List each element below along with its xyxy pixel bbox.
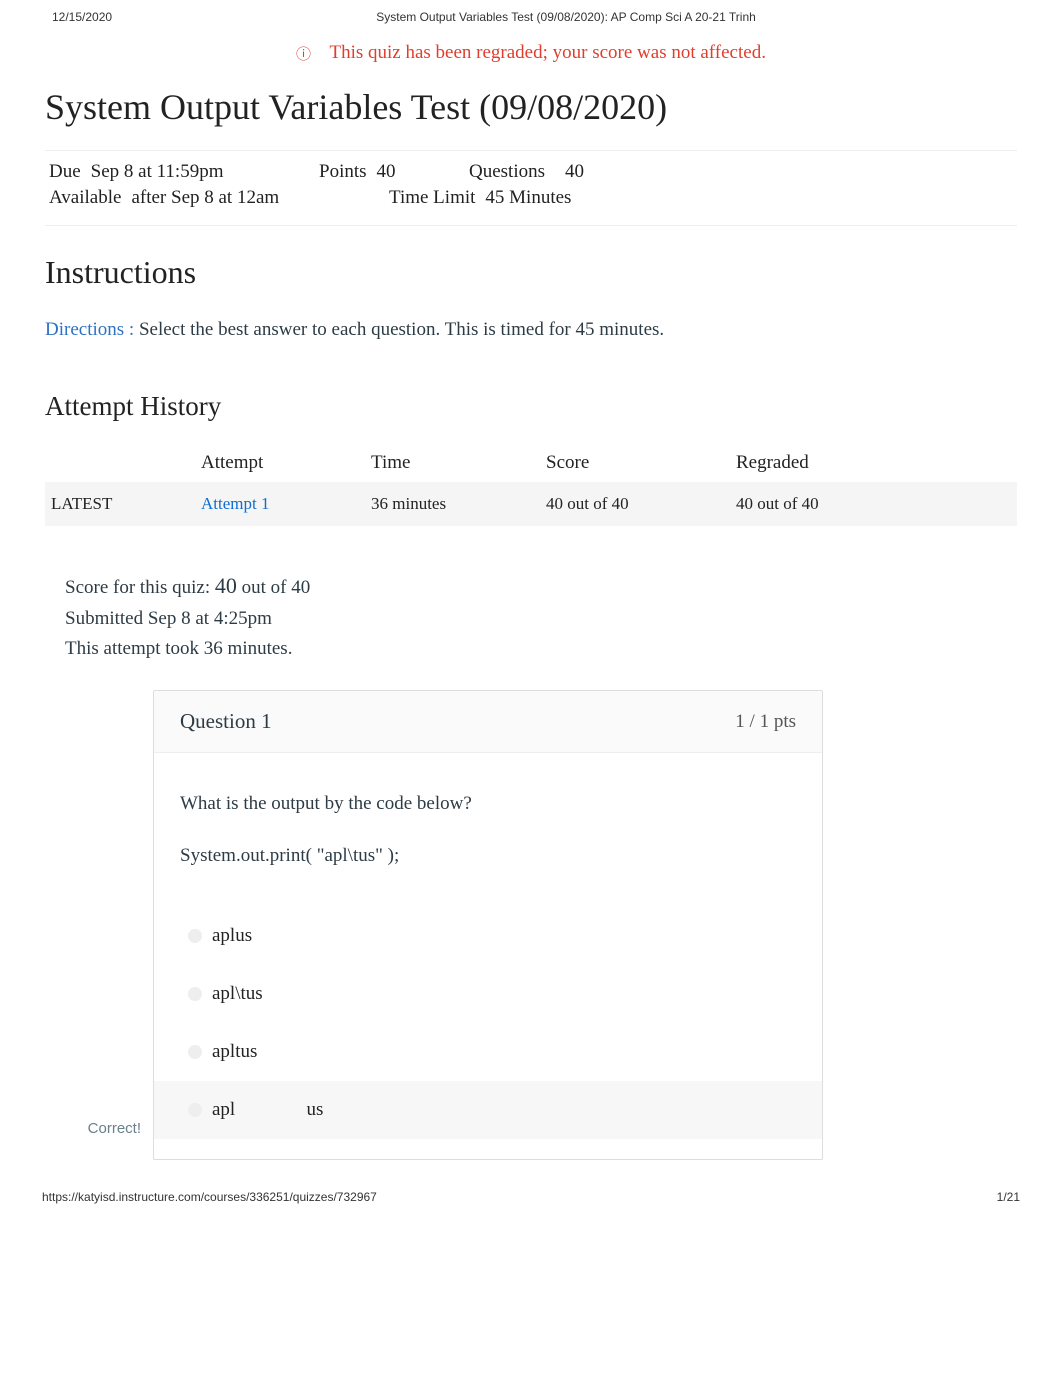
correct-label: Correct! [88, 1120, 141, 1137]
quiz-meta: Due Sep 8 at 11:59pm Points 40 Questions… [45, 150, 1017, 226]
due-label: Due [49, 161, 81, 183]
answer-text: apl\tus [212, 983, 263, 1004]
col-attempt: Attempt [195, 444, 365, 482]
question-label: Question 1 [180, 709, 272, 734]
row-label: LATEST [45, 482, 195, 526]
answer-text: apltus [212, 1041, 257, 1062]
available-value: after Sep 8 at 12am [131, 187, 279, 209]
timelimit-value: 45 Minutes [485, 187, 571, 209]
answer-text: aplus [212, 925, 252, 946]
answer-option[interactable]: apl\tus [154, 965, 822, 1023]
table-row: LATEST Attempt 1 36 minutes 40 out of 40… [45, 482, 1017, 526]
answer-option-selected[interactable]: apl us [154, 1081, 822, 1139]
score-prefix: Score for this quiz: [65, 577, 215, 598]
question-box: Question 1 1 / 1 pts What is the output … [153, 690, 823, 1160]
points-value: 40 [377, 161, 396, 183]
available-label: Available [49, 187, 121, 209]
question-body: What is the output by the code below? Sy… [154, 753, 822, 907]
due-value: Sep 8 at 11:59pm [91, 161, 224, 183]
score-suffix: out of 40 [242, 577, 311, 598]
points-label: Points [319, 161, 367, 183]
question-prompt-2: System.out.print( "apl\tus" ); [180, 845, 796, 867]
col-blank [45, 444, 195, 482]
radio-icon [188, 929, 202, 943]
directions-label: Directions : [45, 319, 134, 340]
quiz-title: System Output Variables Test (09/08/2020… [45, 86, 1017, 128]
submitted-line: Submitted Sep 8 at 4:25pm [65, 604, 1017, 634]
print-footer: https://katyisd.instructure.com/courses/… [0, 1160, 1062, 1218]
question-points: 1 / 1 pts [735, 711, 796, 733]
print-header: 12/15/2020 System Output Variables Test … [0, 0, 1062, 28]
footer-page: 1/21 [997, 1190, 1020, 1204]
row-score: 40 out of 40 [540, 482, 730, 526]
questions-label: Questions [469, 161, 545, 183]
row-regraded: 40 out of 40 [730, 482, 1017, 526]
directions-text: Select the best answer to each question.… [134, 319, 664, 340]
instructions-heading: Instructions [45, 254, 1017, 291]
attempt-link[interactable]: Attempt 1 [201, 494, 269, 513]
question-wrap: Correct! Question 1 1 / 1 pts What is th… [45, 690, 1017, 1160]
col-score: Score [540, 444, 730, 482]
answer-option[interactable]: aplus [154, 907, 822, 965]
question-header: Question 1 1 / 1 pts [154, 691, 822, 753]
col-time: Time [365, 444, 540, 482]
row-time: 36 minutes [365, 482, 540, 526]
answer-margin: Correct! [45, 690, 153, 1160]
attempt-history-table: Attempt Time Score Regraded LATEST Attem… [45, 444, 1017, 526]
info-icon: ⓘ [296, 47, 311, 63]
attempt-history-heading: Attempt History [45, 391, 1017, 422]
footer-url: https://katyisd.instructure.com/courses/… [42, 1190, 377, 1204]
print-doc-title: System Output Variables Test (09/08/2020… [376, 10, 756, 24]
answer-list: aplus apl\tus apltus apl us [154, 907, 822, 1159]
col-regraded: Regraded [730, 444, 1017, 482]
page-content: ⓘ This quiz has been regraded; your scor… [0, 28, 1062, 1160]
regrade-text: This quiz has been regraded; your score … [329, 42, 765, 63]
timelimit-label: Time Limit [389, 187, 475, 209]
duration-line: This attempt took 36 minutes. [65, 634, 1017, 664]
print-date: 12/15/2020 [52, 10, 112, 24]
score-value: 40 [215, 573, 237, 598]
answer-option[interactable]: apltus [154, 1023, 822, 1081]
answer-text: apl us [212, 1099, 323, 1120]
questions-value: 40 [565, 161, 584, 183]
question-prompt-1: What is the output by the code below? [180, 793, 796, 815]
radio-icon [188, 1103, 202, 1117]
regrade-notice: ⓘ This quiz has been regraded; your scor… [45, 28, 1017, 74]
instructions-body: Directions : Select the best answer to e… [45, 319, 1017, 341]
radio-icon [188, 1045, 202, 1059]
radio-icon [188, 987, 202, 1001]
score-summary: Score for this quiz: 40 out of 40 Submit… [45, 526, 1017, 676]
